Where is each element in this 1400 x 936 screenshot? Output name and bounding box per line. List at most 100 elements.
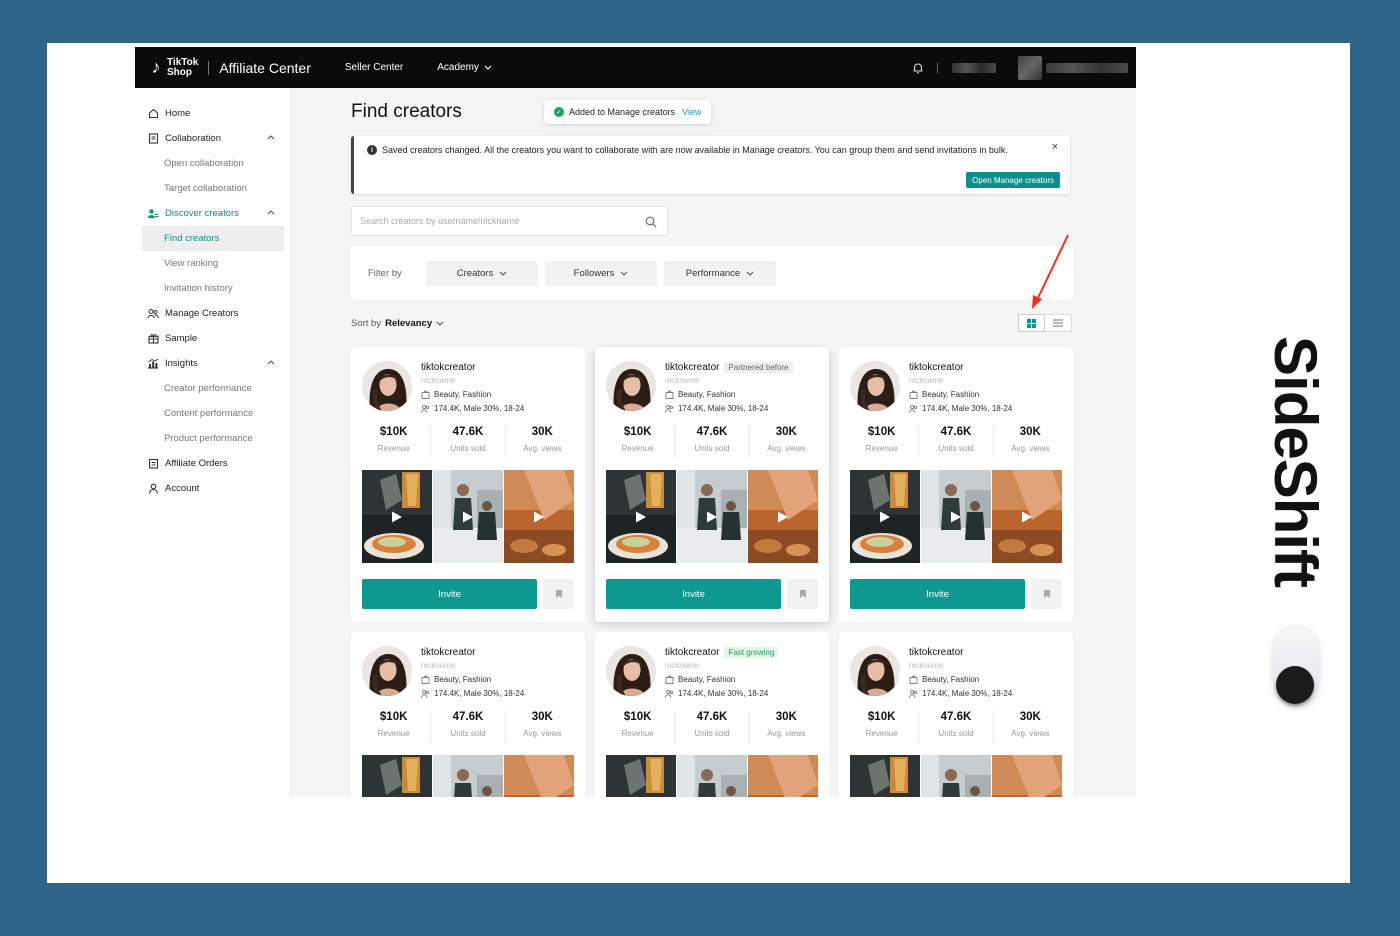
page-title: Find creators <box>351 101 462 122</box>
creator-card[interactable]: tiktokcreator nickname Beauty, Fashion 1… <box>351 347 585 622</box>
video-thumbnail[interactable] <box>850 755 920 797</box>
video-thumbnail[interactable] <box>362 470 432 563</box>
list-view-button[interactable] <box>1045 314 1072 332</box>
sidebar-item-home[interactable]: Home <box>135 101 289 126</box>
filter-label: Filter by <box>368 268 402 279</box>
bookmark-icon <box>555 590 562 598</box>
creator-username[interactable]: tiktokcreator <box>909 647 963 658</box>
shopping-bag-icon <box>421 675 430 684</box>
main-content: Find creators ✓ Added to Manage creators… <box>289 88 1136 797</box>
creator-avatar[interactable] <box>606 361 656 411</box>
invite-button[interactable]: Invite <box>850 579 1025 609</box>
creator-username[interactable]: tiktokcreator <box>421 647 475 658</box>
avg-views-value: 30K <box>775 426 797 438</box>
sidebar-item-account[interactable]: Account <box>135 476 289 501</box>
sidebar-item-creator-performance[interactable]: Creator performance <box>135 376 289 401</box>
video-thumbnail[interactable] <box>504 470 574 563</box>
save-creator-button[interactable] <box>787 579 818 609</box>
revenue-label: Revenue <box>377 444 410 453</box>
video-thumbnail[interactable] <box>433 470 503 563</box>
creator-username[interactable]: tiktokcreator <box>665 362 719 373</box>
toast-view-link[interactable]: View <box>682 107 701 117</box>
sidebar-item-insights[interactable]: Insights <box>135 351 289 376</box>
chevron-down-icon <box>484 65 492 70</box>
video-thumbnail[interactable] <box>850 470 920 563</box>
video-thumbnail[interactable] <box>362 755 432 797</box>
save-creator-button[interactable] <box>543 579 574 609</box>
video-thumbnail[interactable] <box>677 470 747 563</box>
sort-dropdown[interactable]: Sort by Relevancy <box>351 318 444 329</box>
creator-card[interactable]: tiktokcreator Fast growing nickname Beau… <box>595 632 829 797</box>
search-box <box>351 206 668 236</box>
video-thumbnail[interactable] <box>921 470 991 563</box>
sidebar-item-product-performance[interactable]: Product performance <box>135 426 289 451</box>
close-icon[interactable]: × <box>1052 141 1058 153</box>
sidebar-item-content-performance[interactable]: Content performance <box>135 401 289 426</box>
invite-button[interactable]: Invite <box>362 579 537 609</box>
units-sold-value: 47.6K <box>452 711 484 723</box>
creator-avatar[interactable] <box>850 646 900 696</box>
grid-view-button[interactable] <box>1018 314 1045 332</box>
creator-card[interactable]: tiktokcreator nickname Beauty, Fashion 1… <box>351 632 585 797</box>
bookmark-icon <box>799 590 806 598</box>
avatar[interactable] <box>1018 55 1042 80</box>
search-icon[interactable] <box>645 216 657 228</box>
video-thumbnail[interactable] <box>992 470 1062 563</box>
sidebar-item-find-creators[interactable]: Find creators <box>142 226 284 251</box>
video-thumbnail[interactable] <box>606 755 676 797</box>
bell-icon[interactable] <box>911 61 925 75</box>
banner-text: Saved creators changed. All the creators… <box>382 145 1008 155</box>
info-icon: i <box>367 145 377 155</box>
tiktok-shop-logo[interactable]: ♪ TikTok Shop <box>147 57 199 78</box>
search-input[interactable] <box>360 216 640 226</box>
revenue-value: $10K <box>623 426 652 438</box>
sidebar: Home Collaboration Open collaboration Ta… <box>135 88 289 797</box>
sidebar-item-discover-creators[interactable]: Discover creators <box>135 201 289 226</box>
filter-performance-dropdown[interactable]: Performance <box>664 261 776 286</box>
creator-card[interactable]: tiktokcreator Partnered before nickname … <box>595 347 829 622</box>
sidebar-item-manage-creators[interactable]: Manage Creators <box>135 301 289 326</box>
sidebar-item-view-ranking[interactable]: View ranking <box>135 251 289 276</box>
creator-avatar[interactable] <box>362 646 412 696</box>
nav-seller-center[interactable]: Seller Center <box>345 62 403 73</box>
play-icon <box>534 796 536 797</box>
people-icon <box>909 404 918 413</box>
chevron-down-icon <box>746 271 754 276</box>
sidebar-item-collaboration[interactable]: Collaboration <box>135 126 289 151</box>
creator-card[interactable]: tiktokcreator nickname Beauty, Fashion 1… <box>839 347 1073 622</box>
video-thumbnail[interactable] <box>748 755 818 797</box>
creator-avatar[interactable] <box>850 361 900 411</box>
sidebar-item-sample[interactable]: Sample <box>135 326 289 351</box>
video-thumbnail[interactable] <box>921 755 991 797</box>
list-icon <box>1053 319 1063 327</box>
avg-views-label: Avg. views <box>767 444 806 453</box>
play-icon <box>707 796 709 797</box>
creator-avatar[interactable] <box>606 646 656 696</box>
sidebar-item-open-collaboration[interactable]: Open collaboration <box>135 151 289 176</box>
creator-username[interactable]: tiktokcreator <box>665 647 719 658</box>
creator-username[interactable]: tiktokcreator <box>909 362 963 373</box>
sidebar-item-target-collaboration[interactable]: Target collaboration <box>135 176 289 201</box>
invite-button[interactable]: Invite <box>606 579 781 609</box>
creator-card[interactable]: tiktokcreator nickname Beauty, Fashion 1… <box>839 632 1073 797</box>
nav-academy[interactable]: Academy <box>437 62 492 73</box>
video-thumbnail[interactable] <box>433 755 503 797</box>
avg-views-label: Avg. views <box>767 729 806 738</box>
video-thumbnail[interactable] <box>504 755 574 797</box>
creator-categories: Beauty, Fashion <box>678 675 736 684</box>
video-thumbnail[interactable] <box>748 470 818 563</box>
video-thumbnail[interactable] <box>606 470 676 563</box>
creator-categories: Beauty, Fashion <box>922 390 980 399</box>
sidebar-item-invitation-history[interactable]: Invitation history <box>135 276 289 301</box>
sidebar-item-affiliate-orders[interactable]: Affiliate Orders <box>135 451 289 476</box>
filter-followers-dropdown[interactable]: Followers <box>545 261 657 286</box>
creator-nickname: nickname <box>665 376 700 385</box>
video-thumbnail[interactable] <box>992 755 1062 797</box>
video-thumbnail[interactable] <box>677 755 747 797</box>
users-icon <box>147 208 159 220</box>
creator-avatar[interactable] <box>362 361 412 411</box>
open-manage-creators-button[interactable]: Open Manage creators <box>966 172 1060 188</box>
filter-creators-dropdown[interactable]: Creators <box>426 261 538 286</box>
save-creator-button[interactable] <box>1031 579 1062 609</box>
creator-username[interactable]: tiktokcreator <box>421 362 475 373</box>
